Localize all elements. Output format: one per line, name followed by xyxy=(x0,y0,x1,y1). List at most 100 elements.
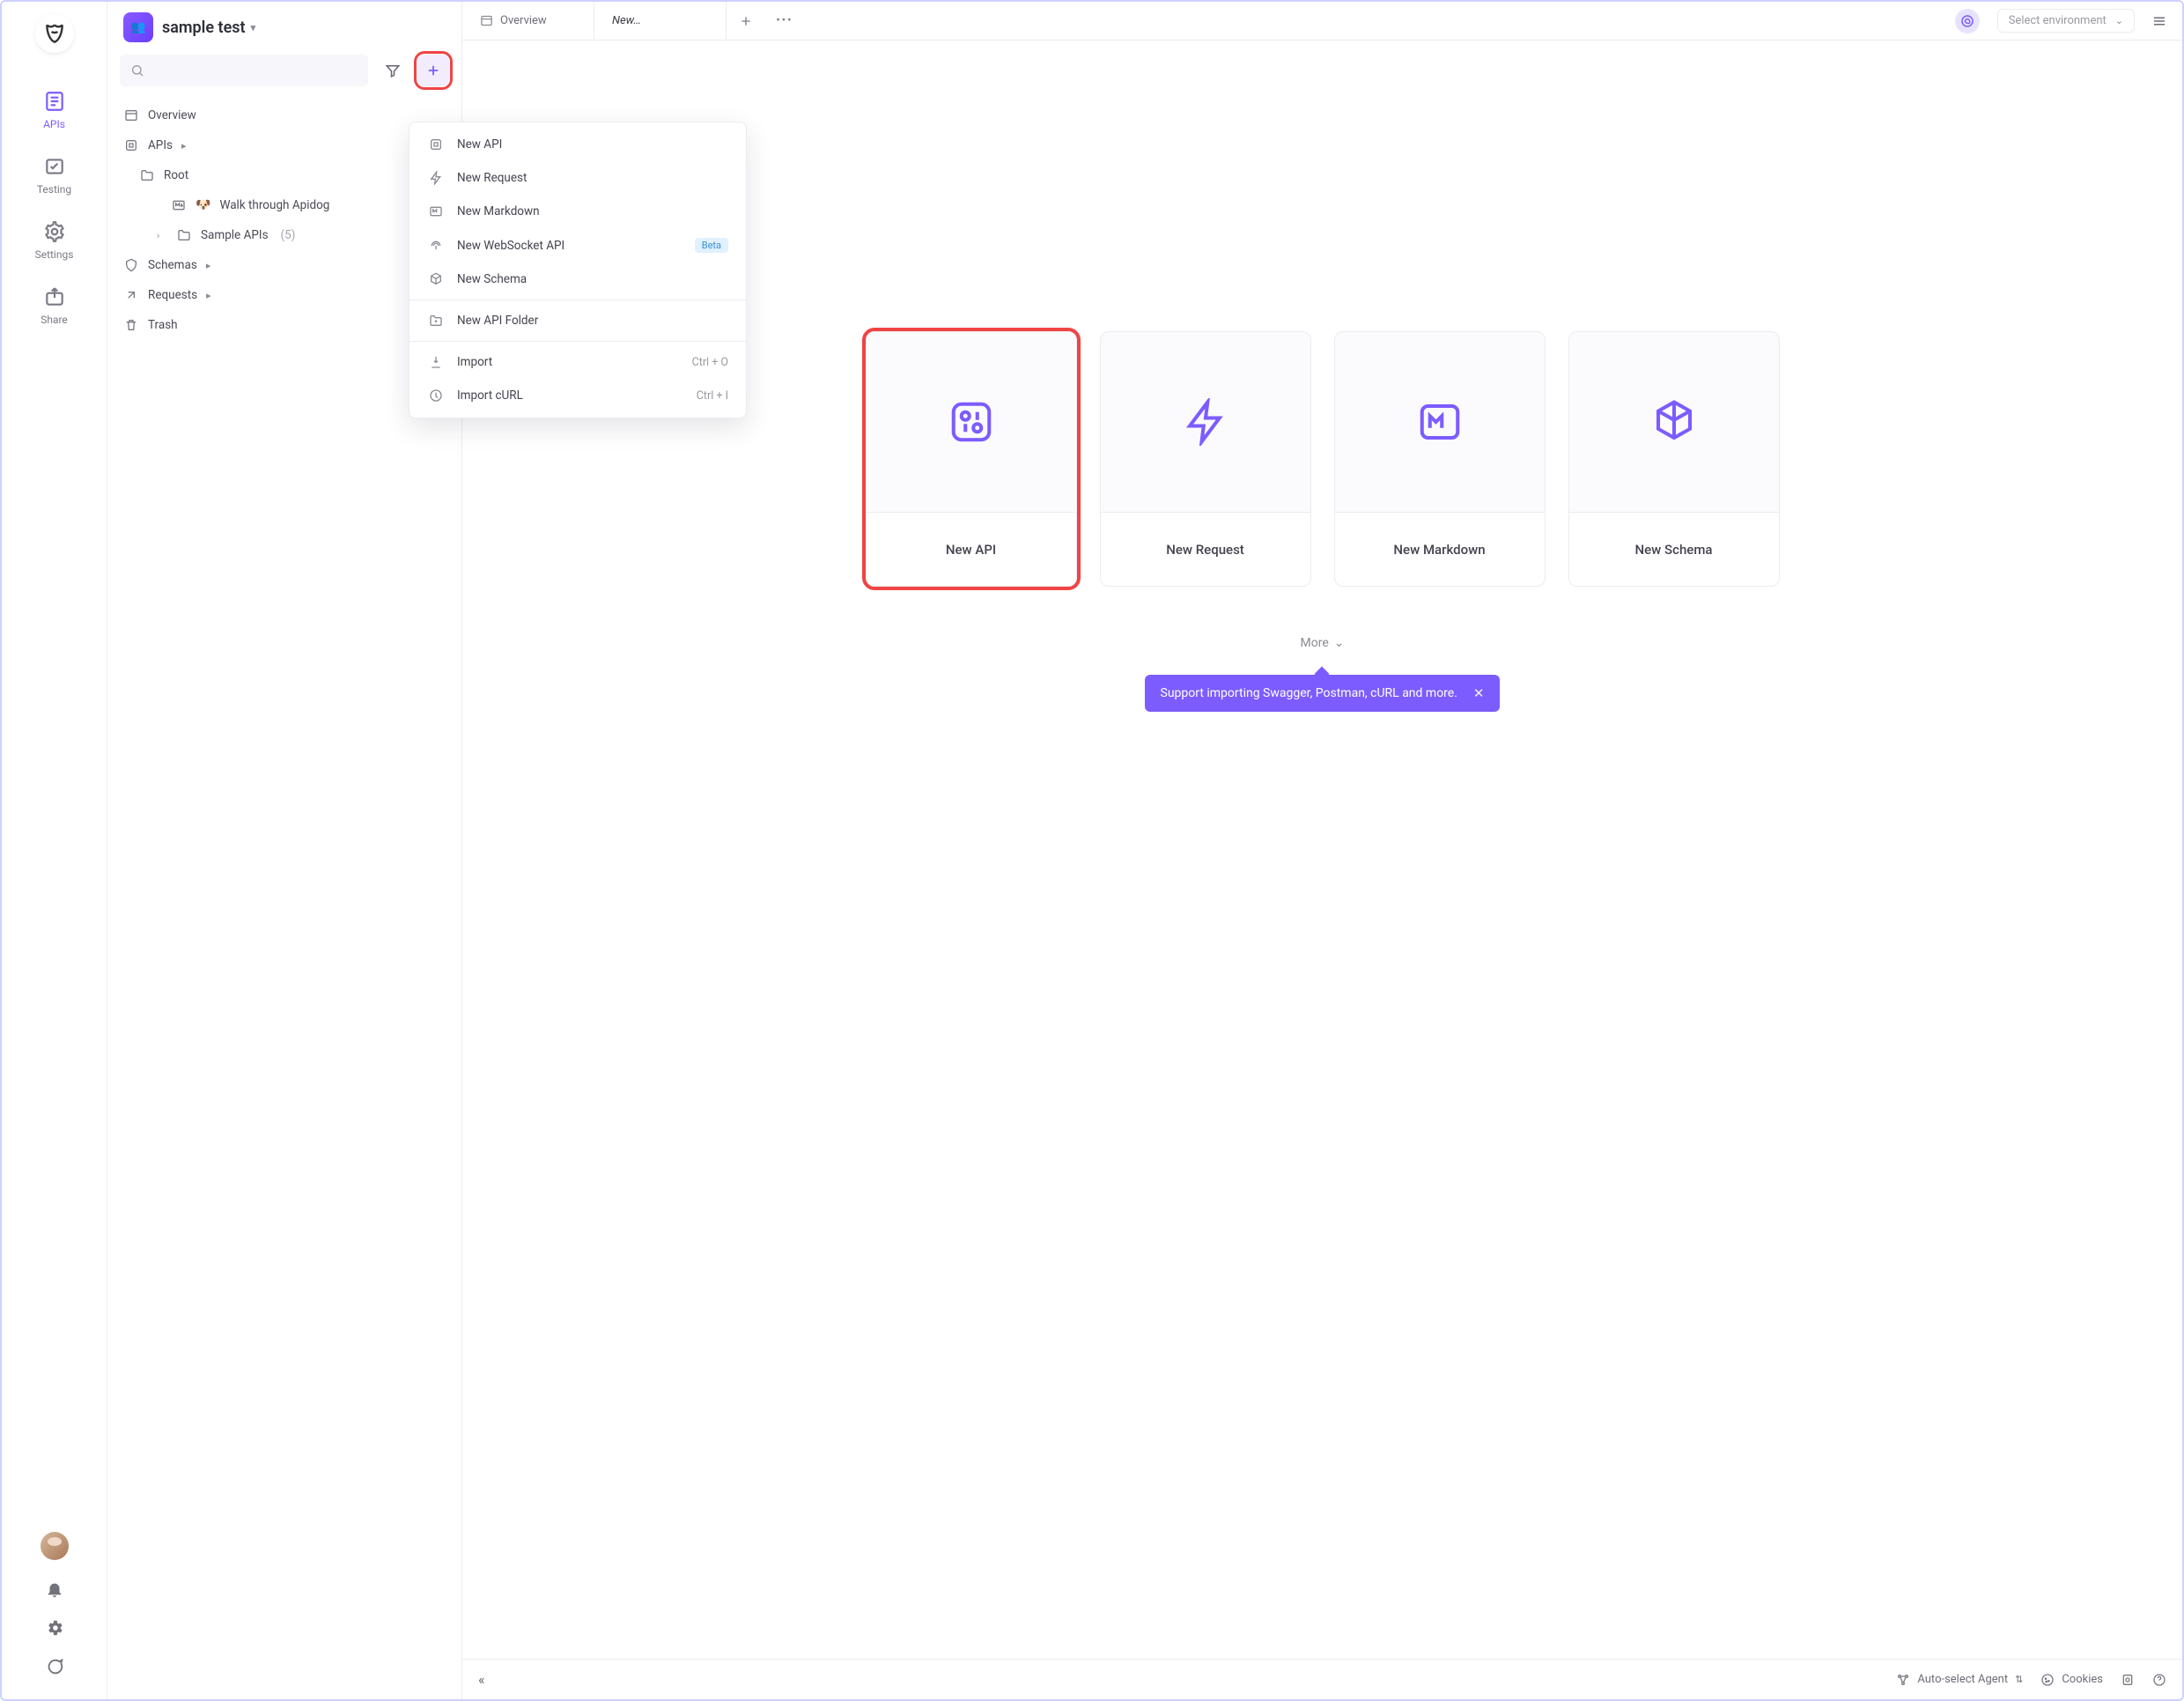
search-icon xyxy=(130,63,144,78)
dd-import-curl[interactable]: Import cURL Ctrl + I xyxy=(410,379,746,412)
tip-close-button[interactable]: ✕ xyxy=(1473,685,1485,701)
tree-label: Sample APIs xyxy=(201,228,269,242)
dd-label: New WebSocket API xyxy=(457,239,564,253)
collapse-sidebar-button[interactable]: « xyxy=(478,1671,485,1688)
filter-icon xyxy=(385,63,401,78)
tree-label: Overview xyxy=(148,108,196,122)
env-placeholder: Select environment xyxy=(2009,14,2107,27)
gear-icon[interactable] xyxy=(45,1618,64,1638)
tree-label: Root xyxy=(164,168,188,182)
agent-selector[interactable]: Auto-select Agent ⇅ xyxy=(1896,1673,2023,1687)
dd-label: New Markdown xyxy=(457,204,540,218)
import-tip: Support importing Swagger, Postman, cURL… xyxy=(1145,675,1501,712)
hamburger-button[interactable] xyxy=(2143,2,2175,40)
card-new-api[interactable]: New API xyxy=(866,331,1077,587)
workspace-name: sample test xyxy=(162,18,246,37)
folder-plus-icon xyxy=(427,314,445,328)
rail-item-share[interactable]: Share xyxy=(2,273,107,338)
request-icon xyxy=(123,288,139,302)
user-avatar[interactable] xyxy=(41,1532,69,1560)
dd-new-schema[interactable]: New Schema xyxy=(410,263,746,296)
rail-label: APIs xyxy=(43,118,65,130)
sort-icon: ⇅ xyxy=(2015,1674,2023,1685)
chevron-right-icon: › xyxy=(157,230,167,241)
tab-overview[interactable]: Overview xyxy=(462,2,594,40)
card-label: New Markdown xyxy=(1335,512,1545,586)
lightning-icon xyxy=(427,171,445,185)
rail-item-apis[interactable]: APIs xyxy=(2,78,107,143)
rail-item-testing[interactable]: Testing xyxy=(2,143,107,208)
bell-icon[interactable] xyxy=(45,1579,64,1599)
tab-more-button[interactable]: ••• xyxy=(765,2,804,40)
dd-label: New Request xyxy=(457,171,527,185)
caret-right-icon: ▸ xyxy=(206,260,211,271)
dd-import[interactable]: Import Ctrl + O xyxy=(410,345,746,379)
dd-new-markdown[interactable]: New Markdown xyxy=(410,195,746,228)
dd-label: New API Folder xyxy=(457,314,538,328)
add-button[interactable] xyxy=(417,55,449,86)
icon-rail: APIs Testing Settings Share xyxy=(2,2,107,1699)
cookie-icon xyxy=(2040,1673,2055,1687)
tree-label: Requests xyxy=(148,288,197,302)
tree-count: (5) xyxy=(281,228,296,242)
card-new-request[interactable]: New Request xyxy=(1100,331,1311,587)
emoji-icon: 🐶 xyxy=(196,198,210,212)
rail-label: Testing xyxy=(37,183,71,196)
search-input[interactable] xyxy=(120,55,368,86)
card-new-markdown[interactable]: New Markdown xyxy=(1334,331,1546,587)
caret-down-icon: ▾ xyxy=(251,22,256,33)
api-icon xyxy=(427,137,445,152)
tree-label: APIs xyxy=(148,138,173,152)
markdown-icon xyxy=(1416,398,1464,446)
dd-label: Import cURL xyxy=(457,388,523,403)
markdown-icon xyxy=(171,198,187,212)
tab-add-button[interactable] xyxy=(727,2,765,40)
api-icon xyxy=(123,138,139,152)
cube-icon xyxy=(1650,398,1698,446)
env-badge-icon[interactable] xyxy=(1955,9,1980,33)
websocket-icon xyxy=(427,239,445,253)
chevron-down-icon: ⌄ xyxy=(1334,636,1345,650)
tab-new[interactable]: New… xyxy=(594,2,727,40)
message-icon[interactable] xyxy=(45,1657,64,1676)
tab-label: New… xyxy=(612,14,641,27)
hamburger-icon xyxy=(2151,13,2167,29)
cookies-button[interactable]: Cookies xyxy=(2040,1673,2103,1687)
tree-label: Walk through Apidog xyxy=(219,198,329,212)
dd-label: New API xyxy=(457,137,502,152)
beta-badge: Beta xyxy=(695,238,728,253)
tree-label: Trash xyxy=(148,318,178,332)
overview-icon xyxy=(123,108,139,122)
dd-label: New Schema xyxy=(457,272,527,286)
card-new-schema[interactable]: New Schema xyxy=(1568,331,1780,587)
dd-shortcut: Ctrl + O xyxy=(692,356,728,369)
dd-new-request[interactable]: New Request xyxy=(410,161,746,195)
rail-item-settings[interactable]: Settings xyxy=(2,208,107,273)
tip-text: Support importing Swagger, Postman, cURL… xyxy=(1161,686,1457,700)
card-label: New API xyxy=(867,512,1076,586)
folder-icon xyxy=(139,168,155,182)
ellipsis-icon: ••• xyxy=(776,14,793,27)
import-icon xyxy=(427,355,445,369)
nodes-icon xyxy=(1896,1673,1910,1687)
dropdown-separator xyxy=(410,341,746,342)
more-label: More xyxy=(1301,636,1329,650)
rail-label: Share xyxy=(41,314,68,326)
markdown-icon xyxy=(427,204,445,218)
dd-new-websocket[interactable]: New WebSocket API Beta xyxy=(410,228,746,263)
more-link[interactable]: More ⌄ xyxy=(1301,636,1345,650)
env-selector[interactable]: Select environment ⌄ xyxy=(1997,9,2135,33)
cube-icon xyxy=(427,272,445,286)
vault-icon[interactable] xyxy=(2121,1673,2135,1687)
filter-button[interactable] xyxy=(377,55,409,86)
dd-new-api[interactable]: New API xyxy=(410,128,746,161)
help-icon[interactable] xyxy=(2152,1673,2166,1687)
trash-icon xyxy=(123,318,139,332)
dd-shortcut: Ctrl + I xyxy=(697,389,728,403)
workspace-icon[interactable]: 👥 xyxy=(123,12,153,42)
statusbar: « Auto-select Agent ⇅ Cookies xyxy=(462,1659,2182,1699)
dd-new-folder[interactable]: New API Folder xyxy=(410,304,746,337)
schema-icon xyxy=(123,258,139,272)
workspace-selector[interactable]: sample test ▾ xyxy=(162,18,255,37)
app-logo[interactable] xyxy=(35,14,74,53)
